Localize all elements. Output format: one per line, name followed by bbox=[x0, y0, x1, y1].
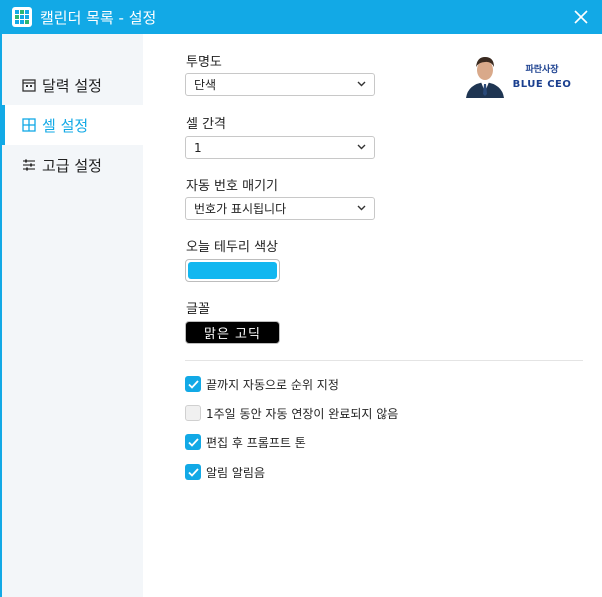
checkbox-unchecked[interactable] bbox=[185, 405, 201, 421]
color-swatch-fill bbox=[188, 262, 277, 279]
sidebar: 달력 설정 셀 설정 고급 설정 bbox=[2, 34, 143, 597]
today-border-label: 오늘 테두리 색상 bbox=[186, 240, 278, 255]
checkbox-label: 알림 알림음 bbox=[206, 465, 266, 480]
checkbox-row-auto-extend[interactable]: 1주일 동안 자동 연장이 완료되지 않음 bbox=[185, 404, 398, 422]
brand-text: 파란사장 BLUE CEO bbox=[512, 65, 572, 90]
chevron-down-icon bbox=[357, 81, 366, 87]
auto-number-value: 번호가 표시됩니다 bbox=[194, 202, 287, 216]
opacity-value: 단색 bbox=[194, 78, 217, 92]
auto-number-label: 자동 번호 매기기 bbox=[186, 179, 278, 194]
close-button[interactable] bbox=[570, 6, 592, 28]
checkbox-label: 편집 후 프롬프트 톤 bbox=[206, 435, 306, 450]
chevron-down-icon bbox=[357, 144, 366, 150]
calendar-icon bbox=[22, 78, 36, 92]
grid-icon bbox=[22, 118, 36, 132]
font-button[interactable]: 맑은 고딕 bbox=[185, 321, 280, 344]
checkbox-checked[interactable] bbox=[185, 434, 201, 450]
today-border-color-button[interactable] bbox=[185, 259, 280, 282]
sidebar-item-cell-settings[interactable]: 셀 설정 bbox=[2, 105, 143, 145]
checkbox-checked[interactable] bbox=[185, 464, 201, 480]
cell-spacing-value: 1 bbox=[194, 140, 202, 155]
sidebar-item-advanced-settings[interactable]: 고급 설정 bbox=[2, 145, 143, 185]
checkbox-row-prompt-tone[interactable]: 편집 후 프롬프트 톤 bbox=[185, 433, 306, 451]
opacity-select[interactable]: 단색 bbox=[185, 73, 375, 96]
cell-spacing-select[interactable]: 1 bbox=[185, 136, 375, 159]
checkbox-label: 끝까지 자동으로 순위 지정 bbox=[206, 377, 339, 392]
checkbox-checked[interactable] bbox=[185, 376, 201, 392]
brand-logo: 파란사장 BLUE CEO bbox=[462, 52, 574, 98]
divider bbox=[185, 360, 583, 361]
auto-number-select[interactable]: 번호가 표시됩니다 bbox=[185, 197, 375, 220]
checkbox-row-auto-rank[interactable]: 끝까지 자동으로 순위 지정 bbox=[185, 375, 339, 393]
sidebar-item-label: 고급 설정 bbox=[42, 156, 102, 175]
check-icon bbox=[187, 379, 199, 389]
cell-spacing-label: 셀 간격 bbox=[186, 117, 227, 132]
opacity-label: 투명도 bbox=[186, 55, 222, 70]
checkbox-row-notification-sound[interactable]: 알림 알림음 bbox=[185, 463, 265, 481]
title-bar: 캘린더 목록 - 설정 bbox=[0, 0, 602, 34]
check-icon bbox=[187, 437, 199, 447]
check-icon bbox=[187, 467, 199, 477]
sidebar-item-calendar-settings[interactable]: 달력 설정 bbox=[2, 65, 143, 105]
checkbox-label: 1주일 동안 자동 연장이 완료되지 않음 bbox=[206, 406, 399, 421]
font-label: 글꼴 bbox=[186, 302, 210, 317]
sliders-icon bbox=[22, 158, 36, 172]
close-icon bbox=[574, 10, 588, 24]
window-title: 캘린더 목록 - 설정 bbox=[40, 8, 157, 27]
chevron-down-icon bbox=[357, 205, 366, 211]
app-grid-icon bbox=[12, 7, 32, 27]
sidebar-item-label: 달력 설정 bbox=[42, 76, 102, 95]
avatar-icon bbox=[462, 52, 508, 98]
sidebar-item-label: 셀 설정 bbox=[42, 116, 89, 135]
